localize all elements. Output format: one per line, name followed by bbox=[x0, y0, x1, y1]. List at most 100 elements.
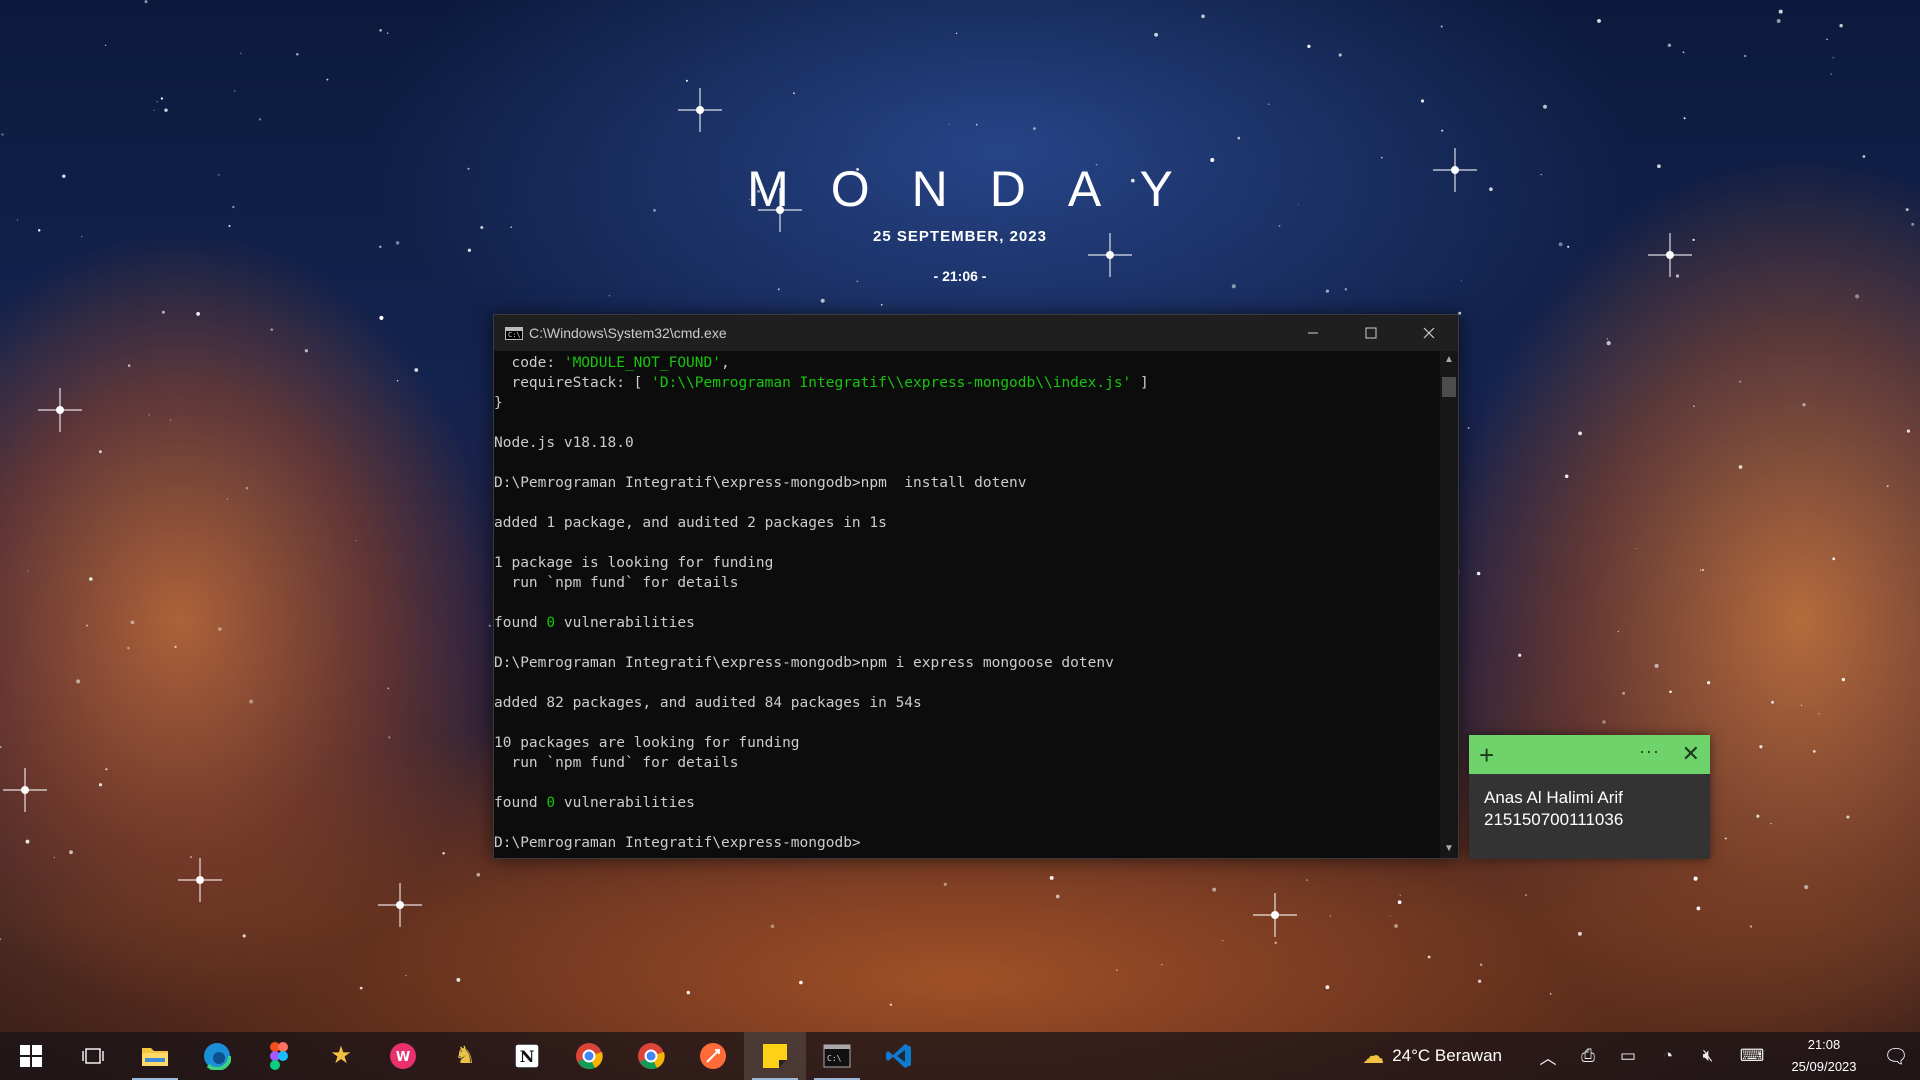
close-icon bbox=[1423, 327, 1435, 339]
console-text: vulnerabilities bbox=[555, 615, 695, 631]
console-text: 1 package is looking for funding bbox=[494, 555, 774, 571]
star-icon: ★ bbox=[330, 1042, 352, 1069]
battery-icon[interactable]: ▭ bbox=[1608, 1046, 1648, 1066]
console-line: requireStack: [ 'D:\\Pemrograman Integra… bbox=[494, 373, 1440, 393]
postman-icon bbox=[700, 1043, 726, 1069]
weather-text: 24°C Berawan bbox=[1392, 1046, 1502, 1065]
console-text: 'MODULE_NOT_FOUND' bbox=[563, 355, 721, 371]
taskbar-vscode[interactable] bbox=[868, 1032, 930, 1080]
volume-muted-icon[interactable]: 🔇︎ bbox=[1688, 1046, 1728, 1066]
folder-icon bbox=[142, 1048, 168, 1066]
add-note-icon[interactable]: + bbox=[1479, 742, 1494, 768]
taskbar-edge[interactable] bbox=[186, 1032, 248, 1080]
taskbar-sticky-notes[interactable] bbox=[744, 1032, 806, 1080]
terminal-icon: C:\ bbox=[823, 1044, 851, 1068]
console-text: D:\Pemrograman Integratif\express-mongod… bbox=[494, 655, 1114, 671]
keyboard-icon[interactable]: ⌨ bbox=[1728, 1046, 1776, 1066]
meet-now-icon[interactable]: ⎙ bbox=[1568, 1046, 1608, 1066]
cloudy-weather-icon: ☁ bbox=[1362, 1043, 1385, 1068]
taskbar-chrome-2[interactable] bbox=[620, 1032, 682, 1080]
taskbar-postman[interactable] bbox=[682, 1032, 744, 1080]
close-button[interactable] bbox=[1400, 315, 1458, 351]
wifi-icon[interactable]: ◔ bbox=[1648, 1046, 1688, 1066]
system-tray: ☁ 24°C Berawan ︿ ⎙ ▭ ◔ 🔇︎ ⌨ 21:08 25/09/… bbox=[1362, 1032, 1920, 1080]
console-line: found 0 vulnerabilities bbox=[494, 793, 1440, 813]
task-view-button[interactable] bbox=[62, 1032, 124, 1080]
sticky-note[interactable]: + ··· ✕ Anas Al Halimi Arif 215150700111… bbox=[1469, 735, 1710, 859]
svg-text:W: W bbox=[396, 1050, 410, 1065]
cmd-window-title: C:\Windows\System32\cmd.exe bbox=[529, 325, 727, 341]
clock-widget-day: MONDAY bbox=[747, 161, 1215, 217]
console-line: D:\Pemrograman Integratif\express-mongod… bbox=[494, 833, 1440, 853]
console-text: 0 bbox=[546, 615, 556, 631]
taskbar-command-prompt[interactable]: C:\ bbox=[806, 1032, 868, 1080]
task-view-icon bbox=[82, 1048, 104, 1064]
cmd-scrollbar[interactable]: ▲ ▼ bbox=[1440, 351, 1458, 858]
notification-center-icon[interactable]: 🗨︎ bbox=[1872, 1044, 1920, 1069]
sticky-note-content[interactable]: Anas Al Halimi Arif 215150700111036 bbox=[1469, 774, 1710, 844]
console-line: code: 'MODULE_NOT_FOUND', bbox=[494, 353, 1440, 373]
taskbar-clock[interactable]: 21:08 25/09/2023 bbox=[1782, 1034, 1866, 1078]
windows-icon bbox=[20, 1045, 42, 1067]
console-text: } bbox=[494, 395, 503, 411]
console-line: run `npm fund` for details bbox=[494, 753, 1440, 773]
taskbar-chrome-1[interactable] bbox=[558, 1032, 620, 1080]
taskbar-starred-app[interactable]: ★ bbox=[310, 1032, 372, 1080]
scroll-up-arrow-icon[interactable]: ▲ bbox=[1440, 351, 1458, 369]
sticky-note-line: 215150700111036 bbox=[1484, 810, 1624, 829]
console-line: run `npm fund` for details bbox=[494, 573, 1440, 593]
minimize-icon bbox=[1308, 332, 1318, 334]
weather-widget[interactable]: ☁ 24°C Berawan bbox=[1362, 1043, 1502, 1069]
taskbar-file-explorer[interactable] bbox=[124, 1032, 186, 1080]
console-text: added 82 packages, and audited 84 packag… bbox=[494, 695, 922, 711]
chrome-icon bbox=[638, 1043, 665, 1070]
taskbar-game[interactable]: ♞ bbox=[434, 1032, 496, 1080]
cmd-window[interactable]: C:\ C:\Windows\System32\cmd.exe code: 'M… bbox=[493, 314, 1459, 859]
svg-text:N: N bbox=[520, 1047, 535, 1066]
console-text: run `npm fund` for details bbox=[494, 575, 739, 591]
scroll-thumb[interactable] bbox=[1442, 377, 1456, 397]
clock-widget-date: 25 SEPTEMBER, 2023 bbox=[873, 228, 1047, 245]
taskbar: ★ W ♞ N C:\ ☁ 24°C Berawan ︿ ⎙ ▭ ◔ 🔇︎ ⌨ … bbox=[0, 1032, 1920, 1080]
show-hidden-icons-chevron-icon[interactable]: ︿ bbox=[1528, 1044, 1568, 1069]
sticky-notes-icon bbox=[763, 1044, 787, 1068]
console-line: D:\Pemrograman Integratif\express-mongod… bbox=[494, 653, 1440, 673]
scroll-down-arrow-icon[interactable]: ▼ bbox=[1440, 840, 1458, 858]
svg-text:C:\: C:\ bbox=[827, 1054, 842, 1063]
cmd-titlebar[interactable]: C:\ C:\Windows\System32\cmd.exe bbox=[494, 315, 1458, 351]
console-text: 10 packages are looking for funding bbox=[494, 735, 800, 751]
vscode-icon bbox=[886, 1044, 911, 1068]
more-options-icon[interactable]: ··· bbox=[1639, 741, 1660, 762]
console-text: D:\Pemrograman Integratif\express-mongod… bbox=[494, 835, 861, 851]
console-text: code: bbox=[494, 355, 564, 371]
taskbar-wps[interactable]: W bbox=[372, 1032, 434, 1080]
maximize-button[interactable] bbox=[1342, 315, 1400, 351]
console-text: D:\Pemrograman Integratif\express-mongod… bbox=[494, 475, 1027, 491]
console-text: found bbox=[494, 615, 547, 631]
console-text: , bbox=[720, 355, 730, 371]
console-line: added 1 package, and audited 2 packages … bbox=[494, 513, 1440, 533]
start-button[interactable] bbox=[0, 1032, 62, 1080]
taskbar-figma[interactable] bbox=[248, 1032, 310, 1080]
minimize-button[interactable] bbox=[1284, 315, 1342, 351]
console-line: 10 packages are looking for funding bbox=[494, 733, 1440, 753]
sticky-note-header[interactable]: + ··· ✕ bbox=[1469, 735, 1710, 774]
cmd-console-output[interactable]: code: 'MODULE_NOT_FOUND', requireStack: … bbox=[494, 351, 1440, 858]
chrome-icon bbox=[576, 1043, 603, 1070]
console-line: added 82 packages, and audited 84 packag… bbox=[494, 693, 1440, 713]
close-note-icon[interactable]: ✕ bbox=[1682, 741, 1700, 767]
console-text: found bbox=[494, 795, 547, 811]
console-text: vulnerabilities bbox=[555, 795, 695, 811]
console-text: run `npm fund` for details bbox=[494, 755, 739, 771]
taskbar-notion[interactable]: N bbox=[496, 1032, 558, 1080]
console-text: added 1 package, and audited 2 packages … bbox=[494, 515, 887, 531]
